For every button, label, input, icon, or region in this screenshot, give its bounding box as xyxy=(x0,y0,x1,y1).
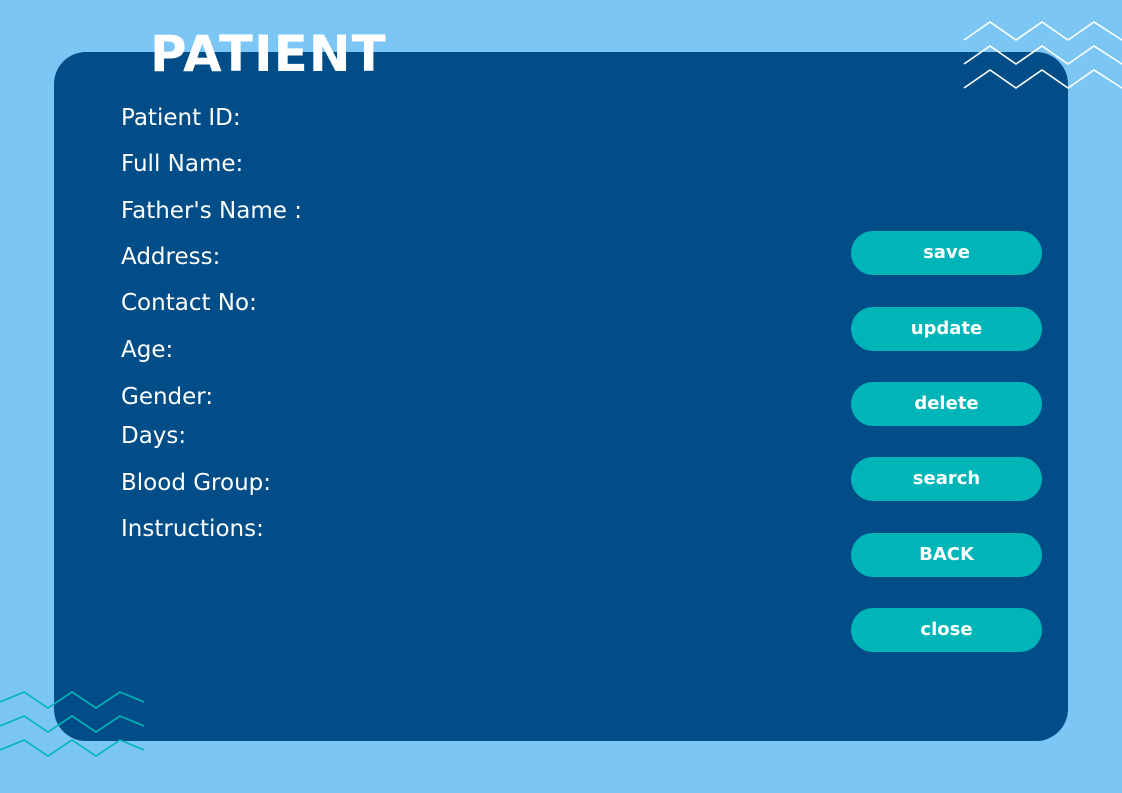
back-button[interactable]: BACK xyxy=(851,533,1042,577)
bottom-left-zigzag-icon xyxy=(0,691,145,757)
gender-label: Gender: xyxy=(121,384,214,410)
search-button[interactable]: search xyxy=(851,457,1042,501)
update-button[interactable]: update xyxy=(851,307,1042,351)
days-label: Days: xyxy=(121,423,187,449)
instructions-label: Instructions: xyxy=(121,516,264,542)
contact-no-label: Contact No: xyxy=(121,290,257,316)
full-name-label: Full Name: xyxy=(121,151,244,177)
patient-id-label: Patient ID: xyxy=(121,105,241,131)
blood-group-label: Blood Group: xyxy=(121,470,271,496)
close-button[interactable]: close xyxy=(851,608,1042,652)
age-label: Age: xyxy=(121,337,174,363)
save-button[interactable]: save xyxy=(851,231,1042,275)
page-title: PATIENT xyxy=(150,25,387,83)
address-label: Address: xyxy=(121,244,221,270)
top-right-zigzag-icon xyxy=(963,21,1122,89)
father-name-label: Father's Name : xyxy=(121,198,302,224)
delete-button[interactable]: delete xyxy=(851,382,1042,426)
